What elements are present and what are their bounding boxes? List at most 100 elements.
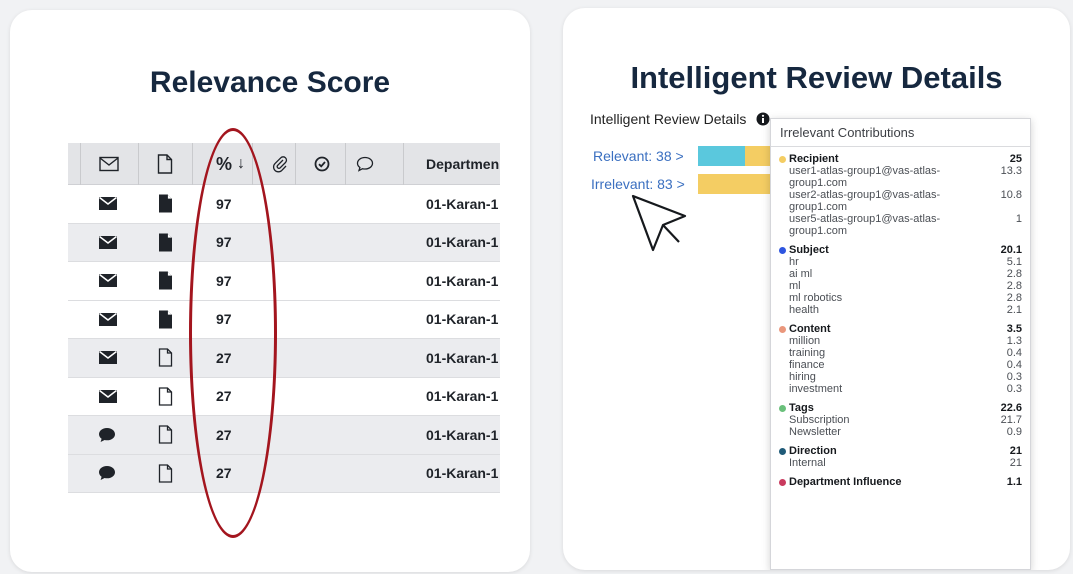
table-body: 97 01-Karan-1 97 01-Karan-1 97 01-Karan-1 97 01…: [68, 185, 500, 493]
section-label: Intelligent Review Details: [590, 111, 747, 127]
document-filled-icon: [158, 301, 173, 339]
table-row[interactable]: 97 01-Karan-1: [68, 300, 500, 339]
comment-icon[interactable]: [356, 143, 374, 185]
contribution-category: Direction 21 Internal 21: [779, 445, 1022, 469]
contribution-item: user1-atlas-group1@vas-atlas-group1.com 1…: [779, 165, 1022, 189]
item-value: 2.8: [1006, 292, 1022, 304]
contribution-item: investment 0.3: [779, 383, 1022, 395]
item-value: 13.3: [1000, 165, 1022, 177]
contribution-category: Content 3.5 million 1.3 training 0.4 finance 0.…: [779, 323, 1022, 395]
envelope-filled-icon: [98, 262, 118, 300]
chat-bubble-icon: [98, 416, 116, 454]
item-name: investment: [789, 383, 843, 395]
category-color-dot: [779, 325, 786, 333]
category-color-dot: [779, 155, 786, 163]
chat-bubble-icon: [98, 455, 116, 493]
contribution-category: Subject 20.1 hr 5.1 ai ml 2.8 ml 2.8 ml robotics…: [779, 244, 1022, 316]
table-row[interactable]: 97 01-Karan-1: [68, 262, 500, 301]
document-outline-icon: [158, 378, 173, 416]
contribution-item: Subscription 21.7: [779, 414, 1022, 426]
item-name: Internal: [789, 457, 826, 469]
contributions-list: Recipient 25 user1-atlas-group1@vas-atlas-…: [771, 147, 1030, 488]
item-name: ml: [789, 280, 801, 292]
item-value: 0.4: [1006, 347, 1022, 359]
item-name: hr: [789, 256, 799, 268]
irrelevant-bar-segment[interactable]: [698, 174, 774, 194]
contribution-category: Recipient 25 user1-atlas-group1@vas-atlas-…: [779, 153, 1022, 237]
irrelevant-contributions-popover: Irrelevant Contributions Recipient 25 user…: [770, 118, 1031, 570]
relevance-score-title: Relevance Score: [149, 66, 391, 99]
table-row[interactable]: 27 01-Karan-1: [68, 454, 500, 493]
contribution-item: hiring 0.3: [779, 371, 1022, 383]
intelligent-review-card: Intelligent Review Details Intelligent R…: [563, 8, 1070, 570]
item-name: finance: [789, 359, 825, 371]
contribution-item: training 0.4: [779, 347, 1022, 359]
table-row[interactable]: 97 01-Karan-1: [68, 185, 500, 224]
item-value: 21.7: [1000, 414, 1022, 426]
category-name: Subject: [789, 244, 829, 256]
item-value: 10.8: [1000, 189, 1022, 201]
department-cell: 01-Karan-1: [426, 272, 499, 289]
contribution-item: ml robotics 2.8: [779, 292, 1022, 304]
envelope-filled-icon: [98, 378, 118, 416]
category-value: 20.1: [1000, 244, 1022, 256]
table-row[interactable]: 97 01-Karan-1: [68, 223, 500, 262]
category-color-dot: [779, 447, 786, 455]
paperclip-icon[interactable]: [272, 143, 288, 185]
item-name: ai ml: [789, 268, 813, 280]
contribution-item: hr 5.1: [779, 256, 1022, 268]
document-outline-icon: [158, 416, 173, 454]
item-value: 2.8: [1006, 268, 1022, 280]
category-color-dot: [779, 246, 786, 254]
table-row[interactable]: 27 01-Karan-1: [68, 339, 500, 378]
table-row[interactable]: 27 01-Karan-1: [68, 377, 500, 416]
item-name: health: [789, 304, 819, 316]
contribution-item: user5-atlas-group1@vas-atlas-group1.com 1: [779, 213, 1022, 237]
item-name: million: [789, 335, 821, 347]
check-circle-icon[interactable]: [314, 143, 330, 185]
document-filled-icon: [158, 262, 173, 300]
category-name: Recipient: [789, 153, 839, 165]
item-name: user2-atlas-group1@vas-atlas-group1.com: [789, 189, 941, 213]
table-row[interactable]: 27 01-Karan-1: [68, 416, 500, 455]
item-value: 0.9: [1006, 426, 1022, 438]
department-cell: 01-Karan-1: [426, 349, 499, 366]
irrelevant-link[interactable]: Irrelevant: 83 >: [591, 176, 685, 192]
item-name: user5-atlas-group1@vas-atlas-group1.com: [789, 213, 941, 237]
contribution-category: Tags 22.6 Subscription 21.7 Newsletter 0.9: [779, 402, 1022, 438]
category-value: 25: [1009, 153, 1022, 165]
item-name: user1-atlas-group1@vas-atlas-group1.com: [789, 165, 941, 189]
relevance-score-card: Relevance Score % ↓ Departmen 97 01-Kara…: [10, 10, 530, 572]
envelope-filled-icon: [98, 185, 118, 223]
relevant-link[interactable]: Relevant: 38 >: [593, 148, 684, 164]
info-icon[interactable]: [756, 112, 770, 131]
category-name: Department Influence: [789, 476, 902, 488]
item-name: Subscription: [789, 414, 850, 426]
document-outline-icon: [158, 455, 173, 493]
contribution-item: health 2.1: [779, 304, 1022, 316]
popover-title: Irrelevant Contributions: [771, 119, 1030, 147]
highlight-ellipse: [189, 128, 277, 538]
envelope-filled-icon: [98, 301, 118, 339]
document-outline-icon: [158, 339, 173, 377]
department-header[interactable]: Departmen: [426, 143, 500, 185]
department-cell: 01-Karan-1: [426, 234, 499, 251]
category-value: 3.5: [1006, 323, 1022, 335]
envelope-icon[interactable]: [99, 143, 119, 185]
department-cell: 01-Karan-1: [426, 195, 499, 212]
relevant-bar-segment[interactable]: [698, 146, 745, 166]
category-value: 1.1: [1006, 476, 1022, 488]
item-value: 0.4: [1006, 359, 1022, 371]
item-value: 0.3: [1006, 383, 1022, 395]
contribution-item: ai ml 2.8: [779, 268, 1022, 280]
category-value: 21: [1009, 445, 1022, 457]
contribution-category: Department Influence 1.1: [779, 476, 1022, 488]
item-name: ml robotics: [789, 292, 843, 304]
department-cell: 01-Karan-1: [426, 388, 499, 405]
intelligent-review-title: Intelligent Review Details: [630, 60, 1003, 95]
item-value: 0.3: [1006, 371, 1022, 383]
category-name: Tags: [789, 402, 814, 414]
item-name: hiring: [789, 371, 816, 383]
item-value: 5.1: [1006, 256, 1022, 268]
document-icon[interactable]: [157, 143, 173, 185]
